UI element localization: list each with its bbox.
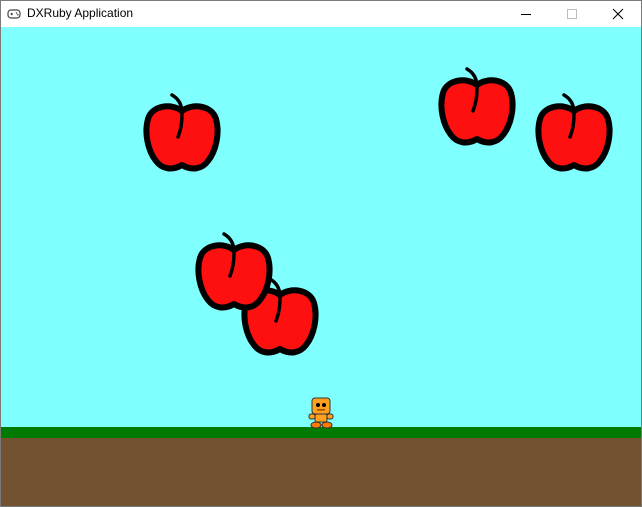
minimize-button[interactable] [503,1,549,27]
minimize-icon [521,14,531,15]
apple-sprite [142,93,222,181]
window-title: DXRuby Application [27,6,134,20]
app-window: DXRuby Application [0,0,642,507]
maximize-icon [567,9,577,19]
dirt-ground [1,438,641,506]
apple-sprite [534,93,614,181]
sky [1,27,641,427]
apple-sprite [437,67,517,155]
player-character [308,397,334,429]
game-canvas[interactable] [1,27,641,506]
gamepad-icon [7,9,21,19]
title-bar[interactable]: DXRuby Application [1,1,641,27]
close-icon [612,8,624,20]
maximize-button[interactable] [549,1,595,27]
apple-sprite [194,232,274,320]
close-button[interactable] [595,1,641,27]
